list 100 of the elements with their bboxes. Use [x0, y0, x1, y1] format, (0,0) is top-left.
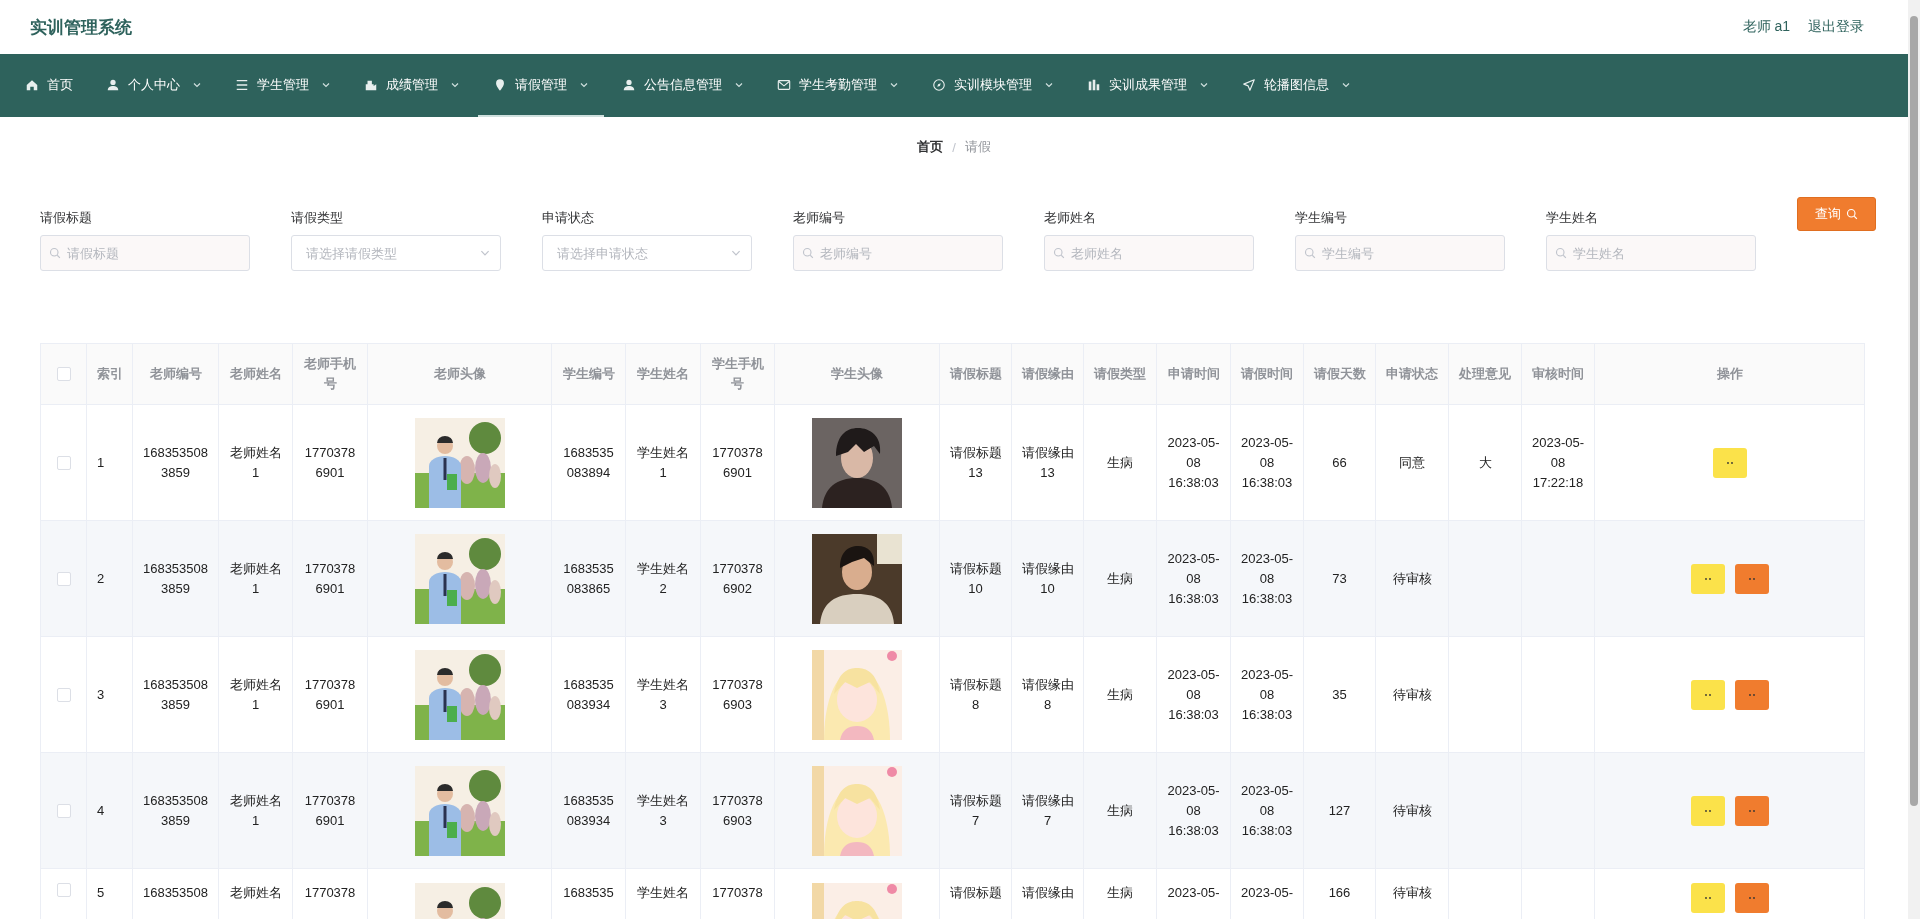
row-index: 1	[97, 453, 105, 472]
table-cell-text: 老师姓名1	[228, 443, 283, 482]
table-cell-text: 2023-05-08 16:38:03	[1166, 549, 1221, 608]
search-icon	[1053, 247, 1065, 259]
table-cell-text: 17703786901	[303, 443, 357, 482]
action-button[interactable]	[1690, 795, 1725, 826]
column-header: 学生姓名	[637, 365, 689, 383]
user-icon	[106, 77, 120, 92]
table-cell-text: 1683535083859	[142, 443, 209, 482]
row-checkbox[interactable]	[56, 803, 71, 818]
row-index: 5	[97, 884, 105, 902]
search-icon	[49, 247, 61, 259]
dots-icon	[1747, 692, 1756, 697]
table-cell-text: 166	[1328, 884, 1351, 902]
table-cell-text: 2023-05-08 16:38:03	[1240, 433, 1294, 492]
table-cell-text: 35	[1332, 685, 1347, 704]
table-cell-text: 老师姓名	[229, 884, 282, 902]
search-icon	[1304, 247, 1316, 259]
column-header: 请假缘由	[1021, 365, 1074, 383]
column-header: 老师编号	[149, 365, 202, 383]
action-button[interactable]	[1690, 679, 1725, 710]
input-field[interactable]: 老师编号	[793, 235, 1003, 271]
table-cell-text: 生病	[1107, 569, 1133, 588]
filter-label: 学生编号	[1295, 209, 1348, 227]
column-header: 处理意见	[1459, 365, 1511, 383]
breadcrumb-item[interactable]: 首页	[917, 138, 944, 156]
nav-menu-item[interactable]: 成绩管理	[349, 54, 475, 117]
logout-link[interactable]: 退出登录	[1808, 18, 1864, 36]
nav-menu-item[interactable]: 实训成果管理	[1072, 54, 1224, 117]
action-button[interactable]	[1690, 563, 1725, 594]
filter-label: 申请状态	[542, 209, 595, 227]
action-button[interactable]	[1734, 679, 1769, 710]
input-field[interactable]: 老师姓名	[1044, 235, 1254, 271]
search-icon	[802, 247, 814, 259]
column-header: 索引	[96, 365, 123, 383]
nav-menu-item[interactable]: 学生考勤管理	[762, 54, 914, 117]
nav-menu-item[interactable]: 个人中心	[91, 54, 217, 117]
column-header: 请假时间	[1241, 365, 1293, 383]
status-text: 待审核	[1392, 884, 1432, 902]
select-all-checkbox[interactable]	[56, 367, 71, 381]
table-cell-text: 老师姓名1	[228, 791, 283, 830]
scrollbar[interactable]	[1908, 0, 1920, 919]
input-field[interactable]: 学生姓名	[1546, 235, 1756, 271]
row-index: 3	[97, 685, 105, 704]
table-cell-text: 请假缘由13	[1021, 443, 1074, 482]
breadcrumb-item: 请假	[964, 138, 991, 156]
nav-menu-item[interactable]: 实训模块管理	[917, 54, 1069, 117]
table-cell-text: 2023-05-08 16:38:03	[1240, 549, 1294, 608]
table-cell-text: 1683535083865	[562, 559, 615, 598]
row-checkbox[interactable]	[56, 571, 71, 586]
column-header: 老师姓名	[229, 365, 282, 383]
action-button[interactable]	[1690, 883, 1725, 913]
table-cell-text: 1683535083859	[142, 675, 209, 714]
row-checkbox[interactable]	[56, 455, 71, 470]
column-header: 请假标题	[949, 365, 1002, 383]
breadcrumb-separator: /	[952, 139, 956, 155]
dots-icon	[1725, 460, 1734, 465]
table-cell-text: 73	[1332, 569, 1347, 588]
select-field[interactable]: 请选择申请状态	[542, 235, 752, 271]
nav-menu-item[interactable]: 公告信息管理	[607, 54, 759, 117]
row-checkbox[interactable]	[56, 687, 71, 702]
table-cell-text: 2023-05-08 16:38:03	[1240, 665, 1294, 724]
table-cell-text: 学生姓名1	[636, 443, 690, 482]
table-cell-text: 17703786901	[303, 675, 357, 714]
column-header: 申请时间	[1167, 365, 1220, 383]
table-cell-text: 2023-05-08 16:38:03	[1166, 433, 1221, 492]
column-header: 老师头像	[433, 365, 486, 383]
table-cell-text: 17703786901	[711, 443, 764, 482]
nav-menu-item[interactable]: 学生管理	[220, 54, 346, 117]
table-cell-text: 生病	[1107, 884, 1133, 902]
table-cell-text: 1683535083859	[142, 791, 209, 830]
nav-menu-item[interactable]: 轮播图信息	[1227, 54, 1366, 117]
action-button[interactable]	[1734, 795, 1769, 826]
table-cell-text: 1683535083859	[142, 559, 209, 598]
table-cell-text: 学生姓名3	[636, 791, 690, 830]
filter-label: 请假类型	[291, 209, 344, 227]
column-header: 学生头像	[831, 365, 883, 383]
nav-menu-item[interactable]: 首页	[10, 54, 88, 117]
location-icon	[493, 77, 507, 92]
select-field[interactable]: 请选择请假类型	[291, 235, 501, 271]
table-cell-text: 66	[1332, 453, 1347, 472]
table-cell-text: 1683535083894	[562, 443, 615, 482]
search-icon	[1555, 247, 1567, 259]
action-button[interactable]	[1734, 563, 1769, 594]
table-cell-text: 1683535	[563, 884, 614, 902]
table-cell-text: 学生姓名	[637, 884, 689, 902]
column-header: 操作	[1716, 365, 1743, 383]
action-button[interactable]	[1712, 447, 1747, 478]
table-cell-text: 请假缘由8	[1021, 675, 1074, 714]
table-cell-text: 168353508	[142, 884, 209, 902]
dots-icon	[1703, 576, 1712, 581]
table-cell-text: 17703786901	[303, 559, 357, 598]
action-button[interactable]	[1734, 883, 1769, 913]
nav-menu-item[interactable]: 请假管理	[478, 54, 604, 117]
status-text: 待审核	[1392, 685, 1432, 704]
input-field[interactable]: 请假标题	[40, 235, 250, 271]
input-field[interactable]: 学生编号	[1295, 235, 1505, 271]
dots-icon	[1747, 896, 1756, 900]
row-checkbox[interactable]	[56, 883, 71, 897]
table-cell-text: 17703786901	[303, 791, 357, 830]
